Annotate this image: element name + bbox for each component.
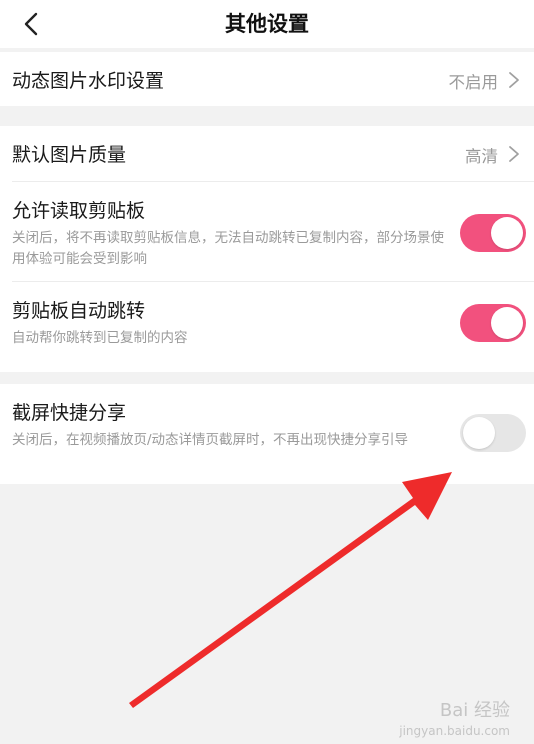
annotation-arrow-icon <box>129 472 452 708</box>
setting-row-screenshot-share: 截屏快捷分享 关闭后，在视频播放页/动态详情页截屏时，不再出现快捷分享引导 <box>0 384 534 484</box>
setting-label: 动态图片水印设置 <box>12 70 165 92</box>
settings-group-share: 截屏快捷分享 关闭后，在视频播放页/动态详情页截屏时，不再出现快捷分享引导 <box>0 384 534 484</box>
toggle-knob <box>491 307 523 339</box>
page-title: 其他设置 <box>225 12 309 36</box>
setting-row-watermark[interactable]: 动态图片水印设置 不启用 <box>0 52 534 106</box>
baidu-watermark: Bai 经验 <box>439 700 510 721</box>
baidu-watermark-site: jingyan.baidu.com <box>399 724 510 738</box>
toggle-knob <box>491 217 523 249</box>
screenshot-share-toggle[interactable] <box>460 414 526 452</box>
setting-label: 允许读取剪贴板 <box>12 200 146 222</box>
top-bar: 其他设置 <box>0 0 534 48</box>
setting-description: 自动帮你跳转到已复制的内容 <box>12 330 188 346</box>
setting-label: 剪贴板自动跳转 <box>12 300 146 322</box>
setting-row-image-quality[interactable]: 默认图片质量 高清 <box>0 126 534 182</box>
chevron-right-icon <box>509 146 519 162</box>
settings-group-watermark: 动态图片水印设置 不启用 <box>0 52 534 106</box>
setting-label: 默认图片质量 <box>12 144 127 166</box>
toggle-knob <box>463 417 495 449</box>
clipboard-jump-toggle[interactable] <box>460 304 526 342</box>
chevron-right-icon <box>509 72 519 88</box>
clipboard-read-toggle[interactable] <box>460 214 526 252</box>
setting-label: 截屏快捷分享 <box>12 402 127 424</box>
setting-value: 高清 <box>465 147 498 166</box>
setting-description: 关闭后，将不再读取剪贴板信息，无法自动跳转已复制内容，部分场景使用体验可能会受到… <box>12 230 444 267</box>
setting-row-clipboard-jump: 剪贴板自动跳转 自动帮你跳转到已复制的内容 <box>0 282 534 372</box>
setting-value: 不启用 <box>448 73 499 92</box>
setting-row-clipboard-read: 允许读取剪贴板 关闭后，将不再读取剪贴板信息，无法自动跳转已复制内容，部分场景使… <box>0 182 534 282</box>
settings-group-general: 默认图片质量 高清 允许读取剪贴板 关闭后，将不再读取剪贴板信息，无法自动跳转已… <box>0 126 534 372</box>
setting-description: 关闭后，在视频播放页/动态详情页截屏时，不再出现快捷分享引导 <box>12 432 409 448</box>
